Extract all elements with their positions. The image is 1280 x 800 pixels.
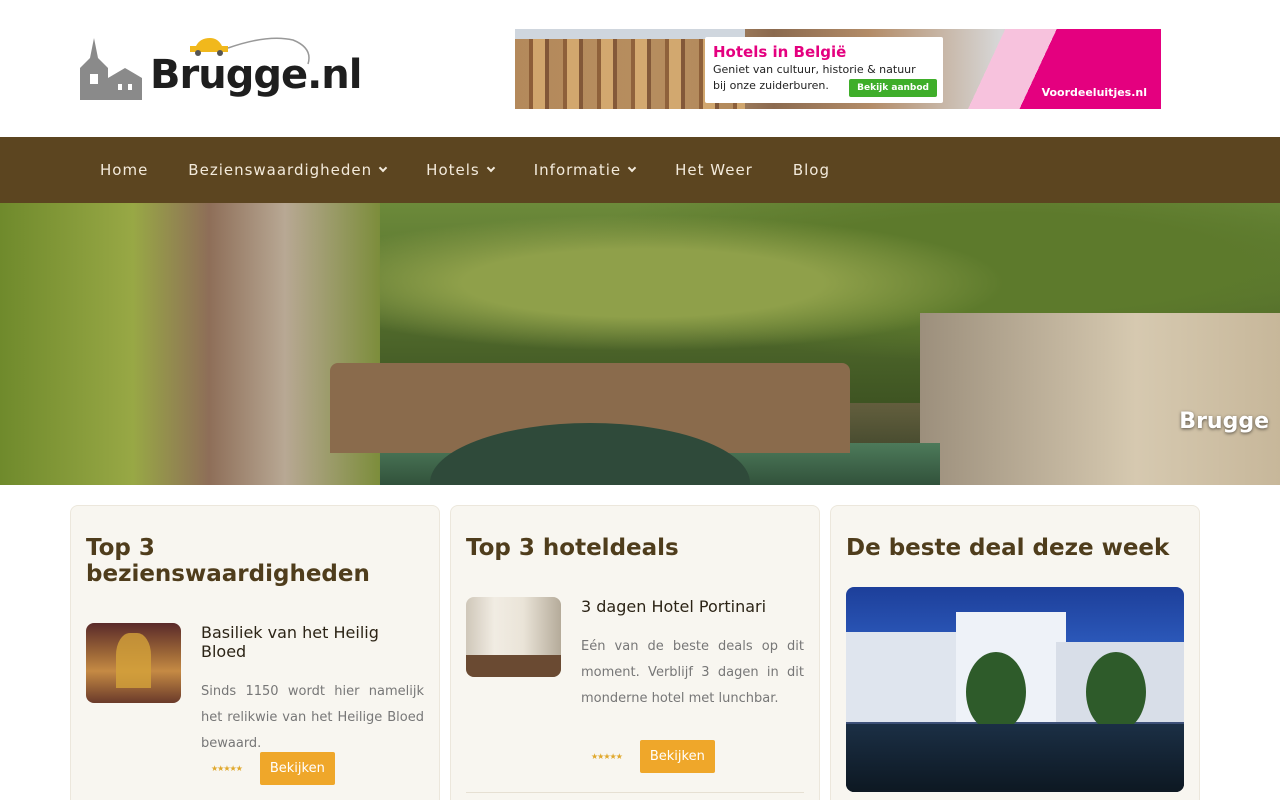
nav-informatie-label: Informatie	[533, 161, 622, 179]
nav-blog[interactable]: Blog	[773, 161, 850, 179]
list-item: Basiliek van het Heilig Bloed Sinds 1150…	[86, 623, 424, 793]
nav-bezienswaardigheden-label: Bezienswaardigheden	[188, 161, 373, 179]
nav-bezienswaardigheden[interactable]: Bezienswaardigheden	[168, 161, 406, 179]
hero-caption: Brugge	[1179, 409, 1269, 434]
main-nav: Home Bezienswaardigheden Hotels Informat…	[0, 137, 1280, 203]
deal-photo[interactable]	[846, 587, 1184, 792]
item-title[interactable]: 3 dagen Hotel Portinari	[581, 597, 804, 616]
divider	[466, 792, 804, 793]
item-title[interactable]: Basiliek van het Heilig Bloed	[201, 623, 424, 661]
site-header: Brugge.nl Hotels in België Geniet van cu…	[0, 0, 1280, 137]
nav-hotels-label: Hotels	[426, 161, 480, 179]
banner-title: Hotels in België	[713, 43, 847, 61]
card-title: Top 3 bezienswaardigheden	[86, 535, 370, 587]
rating-stars: ★★★★★	[211, 764, 243, 773]
logo-text: Brugge.nl	[150, 52, 362, 98]
rating-stars: ★★★★★	[591, 752, 623, 761]
banner-cta-button[interactable]: Bekijk aanbod	[849, 79, 937, 97]
card-top-hotel-deals: Top 3 hoteldeals 3 dagen Hotel Portinari…	[450, 505, 820, 800]
banner-brand: Voordeeluitjes.nl	[1041, 86, 1147, 99]
chevron-down-icon	[378, 163, 388, 173]
banner-card: Hotels in België Geniet van cultuur, his…	[705, 37, 943, 103]
nav-hotels[interactable]: Hotels	[406, 161, 514, 179]
item-description: Sinds 1150 wordt hier namelijk het relik…	[201, 684, 424, 751]
chevron-down-icon	[486, 163, 495, 173]
basilica-thumbnail[interactable]	[86, 623, 181, 703]
card-best-deal: De beste deal deze week	[830, 505, 1200, 800]
chevron-down-icon	[627, 163, 637, 173]
nav-het-weer-label: Het Weer	[675, 161, 753, 179]
nav-informatie[interactable]: Informatie	[514, 161, 655, 179]
banner-line-1: Geniet van cultuur, historie & natuur	[713, 63, 916, 76]
card-title: Top 3 hoteldeals	[466, 535, 679, 561]
hotel-thumbnail[interactable]	[466, 597, 561, 677]
card-title: De beste deal deze week	[846, 535, 1170, 561]
view-button[interactable]: Bekijken	[639, 740, 715, 773]
item-description: Eén van de beste deals op dit moment. Ve…	[581, 639, 804, 706]
card-top-sights: Top 3 bezienswaardigheden Basiliek van h…	[70, 505, 440, 800]
hero-image: Brugge	[0, 203, 1280, 485]
nav-het-weer[interactable]: Het Weer	[655, 161, 773, 179]
hotels-banner-ad[interactable]: Hotels in België Geniet van cultuur, his…	[515, 29, 1161, 109]
nav-blog-label: Blog	[792, 161, 831, 179]
list-item: 3 dagen Hotel Portinari Eén van de beste…	[466, 597, 804, 793]
nav-home-label: Home	[100, 161, 149, 179]
view-button[interactable]: Bekijken	[259, 752, 335, 785]
site-logo[interactable]: Brugge.nl	[78, 34, 362, 108]
nav-home[interactable]: Home	[80, 161, 168, 179]
content-area: Top 3 bezienswaardigheden Basiliek van h…	[0, 485, 1280, 800]
